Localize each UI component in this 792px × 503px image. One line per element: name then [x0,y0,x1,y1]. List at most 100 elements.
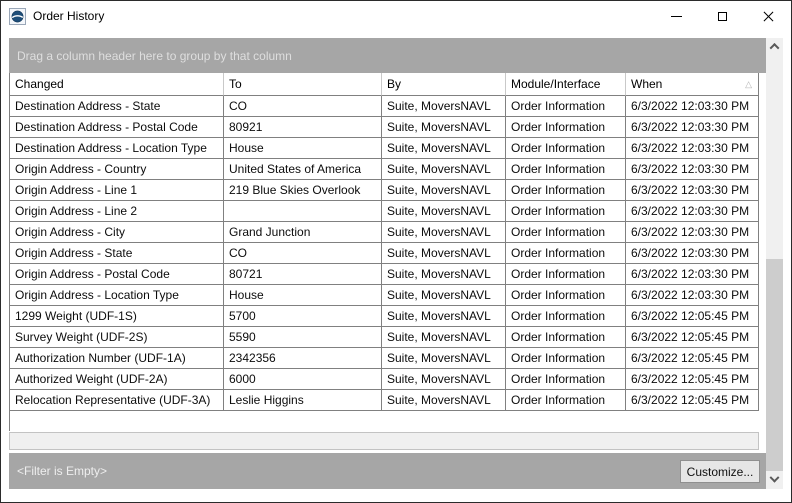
table-row[interactable]: Destination Address - Location Type Hous… [10,138,759,159]
cell-to[interactable] [224,201,382,222]
cell-by[interactable]: Suite, MoversNAVL [382,138,506,159]
cell-by[interactable]: Suite, MoversNAVL [382,180,506,201]
column-header-by[interactable]: By [382,73,506,96]
cell-when[interactable]: 6/3/2022 12:05:45 PM [626,348,759,369]
cell-by[interactable]: Suite, MoversNAVL [382,327,506,348]
cell-changed[interactable]: Authorization Number (UDF-1A) [10,348,224,369]
cell-to[interactable]: Grand Junction [224,222,382,243]
cell-when[interactable]: 6/3/2022 12:05:45 PM [626,369,759,390]
cell-changed[interactable]: Destination Address - Postal Code [10,117,224,138]
table-row[interactable]: Origin Address - Line 1 219 Blue Skies O… [10,180,759,201]
cell-to[interactable]: CO [224,96,382,117]
cell-changed[interactable]: Origin Address - Country [10,159,224,180]
cell-module-interface[interactable]: Order Information [506,264,626,285]
cell-to[interactable]: Leslie Higgins [224,390,382,411]
horizontal-scrollbar[interactable] [9,432,759,450]
cell-when[interactable]: 6/3/2022 12:03:30 PM [626,222,759,243]
scroll-up-button[interactable] [766,38,783,55]
cell-by[interactable]: Suite, MoversNAVL [382,369,506,390]
cell-by[interactable]: Suite, MoversNAVL [382,390,506,411]
cell-module-interface[interactable]: Order Information [506,159,626,180]
cell-changed[interactable]: Destination Address - State [10,96,224,117]
cell-to[interactable]: United States of America [224,159,382,180]
maximize-button[interactable] [699,1,745,31]
table-row[interactable]: Origin Address - Location Type House Sui… [10,285,759,306]
table-row[interactable]: Relocation Representative (UDF-3A) Lesli… [10,390,759,411]
cell-when[interactable]: 6/3/2022 12:03:30 PM [626,285,759,306]
cell-by[interactable]: Suite, MoversNAVL [382,243,506,264]
close-button[interactable] [745,1,791,31]
cell-module-interface[interactable]: Order Information [506,180,626,201]
cell-by[interactable]: Suite, MoversNAVL [382,222,506,243]
vertical-scrollbar[interactable] [766,38,783,489]
cell-to[interactable]: House [224,138,382,159]
column-header-changed[interactable]: Changed [10,73,224,96]
table-row[interactable]: Origin Address - State CO Suite, MoversN… [10,243,759,264]
table-row[interactable]: Origin Address - Line 2 Suite, MoversNAV… [10,201,759,222]
cell-to[interactable]: 5590 [224,327,382,348]
cell-module-interface[interactable]: Order Information [506,138,626,159]
cell-module-interface[interactable]: Order Information [506,285,626,306]
cell-module-interface[interactable]: Order Information [506,390,626,411]
cell-by[interactable]: Suite, MoversNAVL [382,264,506,285]
table-row[interactable]: Survey Weight (UDF-2S) 5590 Suite, Mover… [10,327,759,348]
cell-by[interactable]: Suite, MoversNAVL [382,201,506,222]
cell-by[interactable]: Suite, MoversNAVL [382,96,506,117]
table-row[interactable]: Destination Address - Postal Code 80921 … [10,117,759,138]
cell-when[interactable]: 6/3/2022 12:03:30 PM [626,138,759,159]
cell-to[interactable]: 6000 [224,369,382,390]
cell-changed[interactable]: Origin Address - Postal Code [10,264,224,285]
cell-module-interface[interactable]: Order Information [506,369,626,390]
cell-when[interactable]: 6/3/2022 12:03:30 PM [626,96,759,117]
cell-changed[interactable]: Origin Address - Line 1 [10,180,224,201]
cell-changed[interactable]: Origin Address - State [10,243,224,264]
table-row[interactable]: Origin Address - Country United States o… [10,159,759,180]
scrollbar-thumb[interactable] [766,259,783,471]
cell-by[interactable]: Suite, MoversNAVL [382,306,506,327]
cell-when[interactable]: 6/3/2022 12:03:30 PM [626,180,759,201]
cell-changed[interactable]: 1299 Weight (UDF-1S) [10,306,224,327]
cell-changed[interactable]: Destination Address - Location Type [10,138,224,159]
table-row[interactable]: 1299 Weight (UDF-1S) 5700 Suite, MoversN… [10,306,759,327]
cell-module-interface[interactable]: Order Information [506,201,626,222]
customize-button[interactable]: Customize... [680,460,760,483]
cell-to[interactable]: 219 Blue Skies Overlook [224,180,382,201]
cell-changed[interactable]: Authorized Weight (UDF-2A) [10,369,224,390]
cell-module-interface[interactable]: Order Information [506,222,626,243]
scroll-down-button[interactable] [766,472,783,489]
group-by-bar[interactable]: Drag a column header here to group by th… [9,38,766,73]
cell-to[interactable]: 80721 [224,264,382,285]
cell-to[interactable]: House [224,285,382,306]
cell-when[interactable]: 6/3/2022 12:05:45 PM [626,306,759,327]
cell-module-interface[interactable]: Order Information [506,306,626,327]
cell-module-interface[interactable]: Order Information [506,243,626,264]
cell-module-interface[interactable]: Order Information [506,117,626,138]
cell-when[interactable]: 6/3/2022 12:03:30 PM [626,159,759,180]
column-header-to[interactable]: To [224,73,382,96]
cell-module-interface[interactable]: Order Information [506,96,626,117]
cell-changed[interactable]: Origin Address - Line 2 [10,201,224,222]
cell-when[interactable]: 6/3/2022 12:05:45 PM [626,327,759,348]
cell-to[interactable]: 5700 [224,306,382,327]
cell-module-interface[interactable]: Order Information [506,348,626,369]
table-row[interactable]: Origin Address - Postal Code 80721 Suite… [10,264,759,285]
cell-by[interactable]: Suite, MoversNAVL [382,117,506,138]
cell-when[interactable]: 6/3/2022 12:03:30 PM [626,117,759,138]
cell-by[interactable]: Suite, MoversNAVL [382,285,506,306]
table-row[interactable]: Authorization Number (UDF-1A) 2342356 Su… [10,348,759,369]
cell-to[interactable]: 80921 [224,117,382,138]
cell-to[interactable]: CO [224,243,382,264]
cell-changed[interactable]: Survey Weight (UDF-2S) [10,327,224,348]
cell-changed[interactable]: Relocation Representative (UDF-3A) [10,390,224,411]
cell-to[interactable]: 2342356 [224,348,382,369]
cell-module-interface[interactable]: Order Information [506,327,626,348]
table-row[interactable]: Destination Address - State CO Suite, Mo… [10,96,759,117]
cell-when[interactable]: 6/3/2022 12:05:45 PM [626,390,759,411]
column-header-module-interface[interactable]: Module/Interface [506,73,626,96]
cell-changed[interactable]: Origin Address - City [10,222,224,243]
table-row[interactable]: Origin Address - City Grand Junction Sui… [10,222,759,243]
cell-when[interactable]: 6/3/2022 12:03:30 PM [626,264,759,285]
cell-by[interactable]: Suite, MoversNAVL [382,159,506,180]
cell-changed[interactable]: Origin Address - Location Type [10,285,224,306]
cell-when[interactable]: 6/3/2022 12:03:30 PM [626,201,759,222]
